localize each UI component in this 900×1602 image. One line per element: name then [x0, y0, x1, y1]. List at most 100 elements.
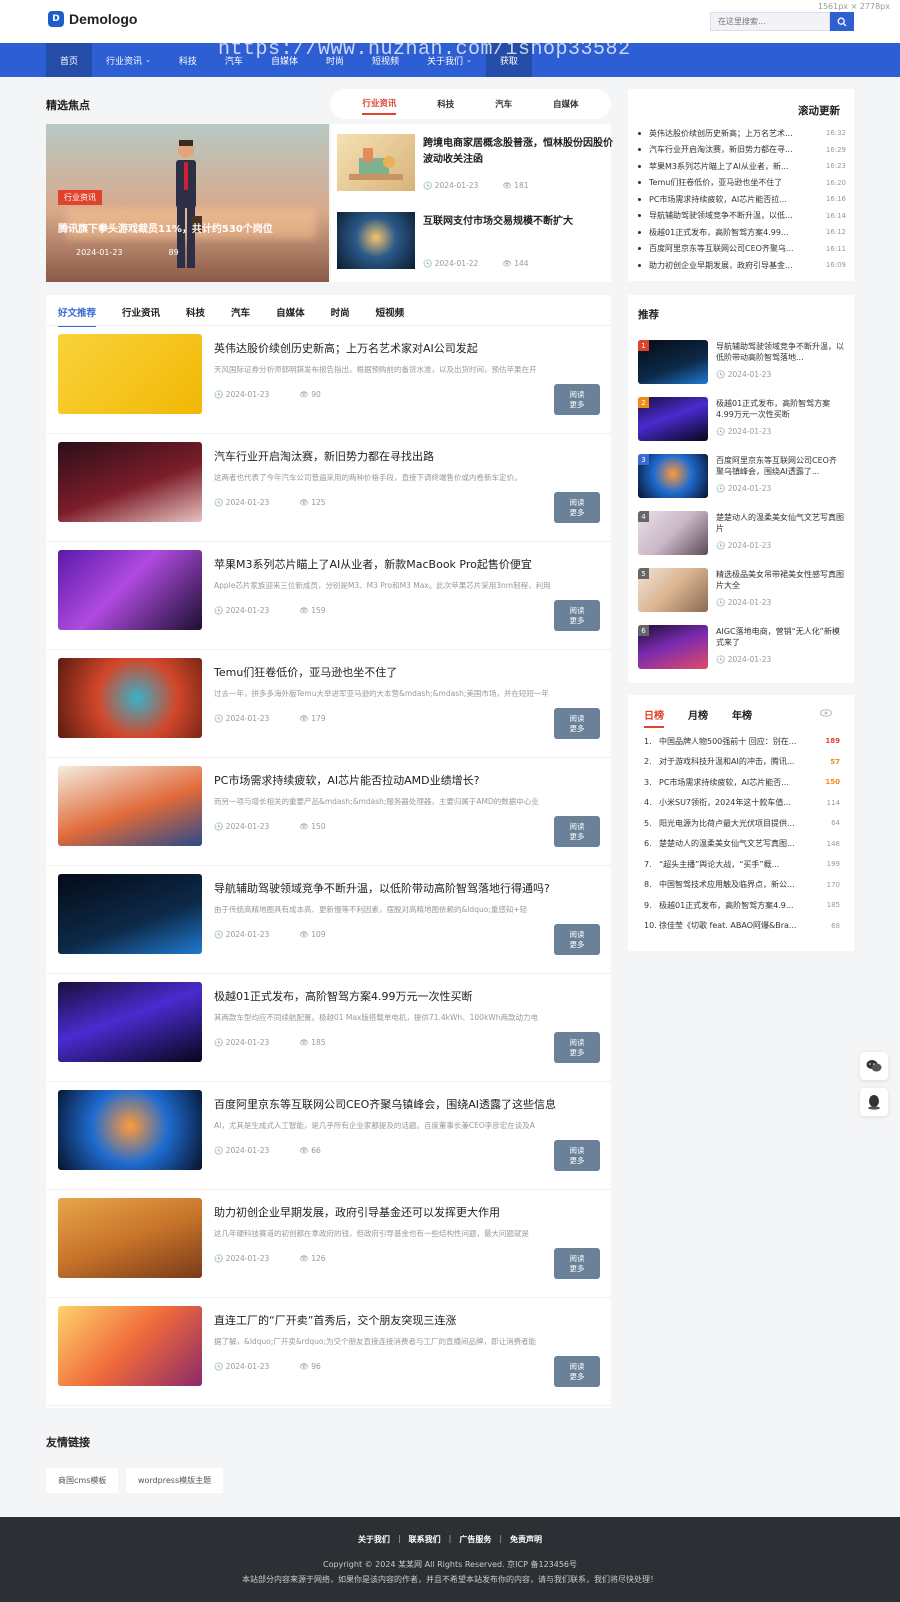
- read-more-button[interactable]: 阅读 更多: [554, 600, 600, 631]
- article-title[interactable]: 汽车行业开启淘汰赛，新旧势力都在寻找出路: [214, 448, 594, 464]
- read-more-button[interactable]: 阅读 更多: [554, 816, 600, 847]
- recommend-item[interactable]: 1 导航辅助驾驶领域竞争不断升温，以低阶带动高阶智驾落地... 🕓 2024-0…: [638, 340, 844, 386]
- wechat-button[interactable]: [860, 1052, 888, 1080]
- article-title[interactable]: 英伟达股价续创历史新高；上万名艺术家对AI公司发起: [214, 340, 594, 356]
- footer-link-disclaimer[interactable]: 免责声明: [510, 1534, 542, 1545]
- tab-media[interactable]: 自媒体: [276, 301, 305, 327]
- tab-monthly[interactable]: 月榜: [688, 705, 708, 728]
- article-item[interactable]: 直连工厂的“厂开卖”首秀后，交个朋友突现三连涨 据了解，&ldquo;厂开卖&r…: [46, 1298, 611, 1406]
- search-input[interactable]: [710, 12, 830, 31]
- update-item[interactable]: Temu们狂卷低价，亚马逊也坐不住了 16:20: [638, 175, 846, 192]
- tab-industry[interactable]: 行业资讯: [362, 93, 397, 115]
- article-item[interactable]: 百度阿里京东等互联网公司CEO齐聚乌镇峰会，围绕AI透露了这些信息 AI，尤其是…: [46, 1082, 611, 1190]
- article-thumbnail[interactable]: [58, 334, 202, 414]
- search-button[interactable]: [830, 12, 854, 31]
- side-featured-item[interactable]: 互联网支付市场交易规模不断扩大 🕓 2024-01-22 👁 144: [337, 206, 609, 276]
- site-logo[interactable]: D Demologo: [48, 11, 137, 27]
- article-thumbnail[interactable]: [58, 658, 202, 738]
- ranking-item[interactable]: 1. 中国品牌人物500强前十 回应：别在... 189: [644, 731, 840, 752]
- ranking-item[interactable]: 5. 阳光电源为比荷卢最大光伏项目提供... 64: [644, 813, 840, 834]
- tab-industry[interactable]: 行业资讯: [122, 301, 160, 327]
- hero-card[interactable]: 行业资讯 腾讯旗下拳头游戏裁员11%，共计约530个岗位 2024-01-23 …: [46, 124, 329, 282]
- tab-tech[interactable]: 科技: [437, 94, 454, 114]
- tab-fashion[interactable]: 时尚: [331, 301, 350, 327]
- update-item[interactable]: 苹果M3系列芯片瞄上了AI从业者，新... 16:23: [638, 158, 846, 175]
- tab-auto[interactable]: 汽车: [231, 301, 250, 327]
- hero-title[interactable]: 腾讯旗下拳头游戏裁员11%，共计约530个岗位: [58, 220, 273, 235]
- article-meta: 🕓 2024-01-23 👁 90: [214, 390, 321, 399]
- article-item[interactable]: PC市场需求持续疲软，AI芯片能否拉动AMD业绩增长? 而另一项与增长相关的重要…: [46, 758, 611, 866]
- footer-link-about[interactable]: 关于我们: [358, 1534, 390, 1545]
- article-item[interactable]: Temu们狂卷低价，亚马逊也坐不住了 过去一年，拼多多海外版Temu大举进军亚马…: [46, 650, 611, 758]
- ranking-item[interactable]: 8. 中国智驾技术应用触及临界点，新公... 170: [644, 875, 840, 896]
- read-more-button[interactable]: 阅读 更多: [554, 1356, 600, 1387]
- footer-link-ads[interactable]: 广告服务: [459, 1534, 491, 1545]
- qq-button[interactable]: [860, 1088, 888, 1116]
- article-title[interactable]: 苹果M3系列芯片瞄上了AI从业者，新款MacBook Pro起售价便宜: [214, 556, 594, 572]
- article-title[interactable]: 极越01正式发布，高阶智驾方案4.99万元一次性买断: [214, 988, 594, 1004]
- ranking-item[interactable]: 4. 小米SU7领衔，2024年这十款车值... 114: [644, 793, 840, 814]
- update-item[interactable]: 汽车行业开启淘汰赛，新旧势力都在寻... 16:29: [638, 142, 846, 159]
- tab-media[interactable]: 自媒体: [553, 94, 579, 114]
- footer-link-contact[interactable]: 联系我们: [409, 1534, 441, 1545]
- recommend-item[interactable]: 5 精选极品美女吊带裙美女性感写真图片大全 🕓 2024-01-23: [638, 568, 844, 614]
- article-thumbnail[interactable]: [58, 550, 202, 630]
- update-item[interactable]: 导航辅助驾驶领域竞争不断升温，以低... 16:14: [638, 208, 846, 225]
- read-more-button[interactable]: 阅读 更多: [554, 708, 600, 739]
- tab-yearly[interactable]: 年榜: [732, 705, 752, 728]
- update-item[interactable]: 助力初创企业早期发展，政府引导基金... 16:09: [638, 257, 846, 274]
- ranking-item[interactable]: 10. 徐佳莹《切歌 feat. ABAO阿爆&Bra... 68: [644, 916, 840, 937]
- ranking-item[interactable]: 6. 楚楚动人的温柔美女仙气文艺写真图... 148: [644, 834, 840, 855]
- eye-icon: 👁: [299, 822, 309, 831]
- friend-link[interactable]: 商国cms模板: [46, 1468, 119, 1493]
- article-item[interactable]: 英伟达股价续创历史新高；上万名艺术家对AI公司发起 天风国际证券分析师郭明錤发布…: [46, 326, 611, 434]
- read-more-button[interactable]: 阅读 更多: [554, 384, 600, 415]
- nav-item-tech[interactable]: 科技: [165, 43, 211, 77]
- article-item[interactable]: 汽车行业开启淘汰赛，新旧势力都在寻找出路 这两者也代表了今年汽车公司普遍采用的两…: [46, 434, 611, 542]
- recommend-item[interactable]: 6 AIGC落地电商，营销“无人化”新模式来了 🕓 2024-01-23: [638, 625, 844, 671]
- tab-tech[interactable]: 科技: [186, 301, 205, 327]
- update-item[interactable]: PC市场需求持续疲软，AI芯片能否拉... 16:16: [638, 191, 846, 208]
- article-thumbnail[interactable]: [58, 1090, 202, 1170]
- update-item[interactable]: 百度阿里京东等互联网公司CEO齐聚乌... 16:11: [638, 241, 846, 258]
- article-item[interactable]: 极越01正式发布，高阶智驾方案4.99万元一次性买断 其两款车型均应不同续航配置…: [46, 974, 611, 1082]
- article-item[interactable]: 导航辅助驾驶领域竞争不断升温，以低阶带动高阶智驾落地行得通吗? 由于传统高精地图…: [46, 866, 611, 974]
- friend-link[interactable]: wordpress模版主题: [126, 1468, 224, 1493]
- side-featured-item[interactable]: 跨境电商家居概念股普涨，恒林股份因股价波动收关注函 🕓 2024-01-23 👁…: [337, 128, 613, 198]
- recommend-item[interactable]: 3 百度阿里京东等互联网公司CEO齐聚乌镇峰会，围绕AI透露了... 🕓 202…: [638, 454, 844, 500]
- nav-item-industry[interactable]: 行业资讯 ⌄: [92, 43, 165, 77]
- read-more-button[interactable]: 阅读 更多: [554, 1032, 600, 1063]
- article-title[interactable]: 助力初创企业早期发展，政府引导基金还可以发挥更大作用: [214, 1204, 594, 1220]
- tab-video[interactable]: 短视频: [376, 301, 405, 327]
- tab-auto[interactable]: 汽车: [495, 94, 512, 114]
- ranking-item[interactable]: 3. PC市场需求持续疲软，AI芯片能否... 150: [644, 772, 840, 793]
- ranking-item[interactable]: 2. 对于游戏科技升温和AI的冲击，腾讯... 57: [644, 752, 840, 773]
- article-title[interactable]: 导航辅助驾驶领域竞争不断升温，以低阶带动高阶智驾落地行得通吗?: [214, 880, 594, 896]
- rank-number: 5: [638, 568, 649, 579]
- article-thumbnail[interactable]: [58, 874, 202, 954]
- article-thumbnail[interactable]: [58, 766, 202, 846]
- tab-daily[interactable]: 日榜: [644, 705, 664, 728]
- tab-recommended[interactable]: 好文推荐: [58, 301, 97, 327]
- update-item[interactable]: 英伟达股价续创历史新高；上万名艺术... 16:32: [638, 125, 846, 142]
- article-thumbnail[interactable]: [58, 982, 202, 1062]
- article-title[interactable]: Temu们狂卷低价，亚马逊也坐不住了: [214, 664, 594, 680]
- read-more-button[interactable]: 阅读 更多: [554, 1140, 600, 1171]
- read-more-button[interactable]: 阅读 更多: [554, 924, 600, 955]
- update-item[interactable]: 极越01正式发布，高阶智驾方案4.99... 16:12: [638, 224, 846, 241]
- article-item[interactable]: 苹果M3系列芯片瞄上了AI从业者，新款MacBook Pro起售价便宜 Appl…: [46, 542, 611, 650]
- article-thumbnail[interactable]: [58, 442, 202, 522]
- article-title[interactable]: 直连工厂的“厂开卖”首秀后，交个朋友突现三连涨: [214, 1312, 594, 1328]
- read-more-button[interactable]: 阅读 更多: [554, 1248, 600, 1279]
- article-title[interactable]: 百度阿里京东等互联网公司CEO齐聚乌镇峰会，围绕AI透露了这些信息: [214, 1096, 594, 1112]
- nav-item-home[interactable]: 首页: [46, 43, 93, 77]
- ranking-item[interactable]: 9. 极越01正式发布，高阶智驾方案4.9... 185: [644, 895, 840, 916]
- article-item[interactable]: 助力初创企业早期发展，政府引导基金还可以发挥更大作用 这几年硬科技赛道的初创都在…: [46, 1190, 611, 1298]
- article-thumbnail[interactable]: [58, 1198, 202, 1278]
- read-more-button[interactable]: 阅读 更多: [554, 492, 600, 523]
- article-title[interactable]: PC市场需求持续疲软，AI芯片能否拉动AMD业绩增长?: [214, 772, 594, 788]
- recommend-item[interactable]: 4 楚楚动人的温柔美女仙气文艺写真图片 🕓 2024-01-23: [638, 511, 844, 557]
- ranking-item[interactable]: 7. “超头主播”舆论大战，“买手”概... 199: [644, 854, 840, 875]
- recommend-item[interactable]: 2 极越01正式发布，高阶智驾方案4.99万元一次性买断 🕓 2024-01-2…: [638, 397, 844, 443]
- article-thumbnail[interactable]: [58, 1306, 202, 1386]
